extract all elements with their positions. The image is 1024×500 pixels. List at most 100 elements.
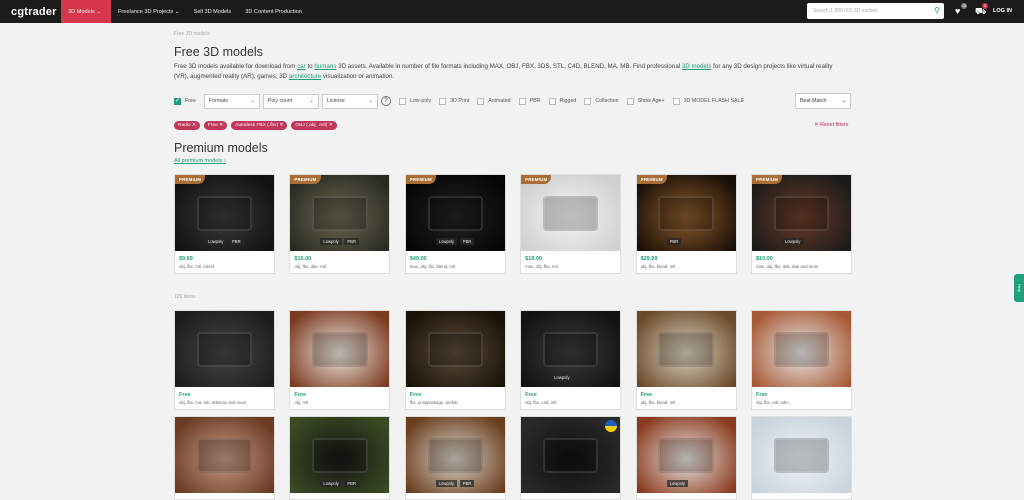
model-card[interactable]: PREMIUM Lowpoly $10.00 max, obj, fbx, 3ds, … <box>750 174 852 274</box>
model-card[interactable]: Lowpoly <box>635 416 737 500</box>
model-thumbnail[interactable]: Lowpoly PBR <box>290 417 390 493</box>
model-price: Free <box>525 392 537 398</box>
low-poly-checkbox[interactable] <box>398 97 406 105</box>
model-thumbnail[interactable]: PREMIUM PBR <box>636 175 736 251</box>
search-input[interactable] <box>813 8 931 14</box>
model-thumbnail[interactable] <box>175 311 274 387</box>
model-thumbnail[interactable] <box>405 311 505 387</box>
model-formats: max, obj, fbx, blend, mtl <box>409 264 456 269</box>
active-filter-tags: Radio ✕ Free ✕ Autodesk FBX (.fbx) ✕ OBJ… <box>174 121 341 130</box>
animated-checkbox[interactable] <box>477 97 485 105</box>
model-preview-shape <box>658 438 714 474</box>
architecture-link[interactable]: architecture <box>289 73 321 80</box>
poly-count-select[interactable]: Poly count ⌄ <box>262 93 319 109</box>
model-card[interactable] <box>750 416 852 500</box>
premium-badge: PREMIUM <box>521 175 552 184</box>
model-thumbnail[interactable]: Lowpoly <box>521 311 621 387</box>
model-card[interactable]: Free obj, fbx, ma, mb, 3dsmax and more <box>174 310 275 410</box>
model-price: Free <box>409 392 422 398</box>
3d-print-checkbox[interactable] <box>439 97 447 105</box>
model-price: $10.00 <box>755 256 773 262</box>
model-thumbnail[interactable]: PREMIUM Lowpoly <box>751 175 851 251</box>
car-link[interactable]: car <box>297 63 306 70</box>
model-card[interactable]: PREMIUM Lowpoly PBR $9.99 obj, fbx, mtl, ble… <box>174 174 275 274</box>
model-tag-chip: Lowpoly <box>551 374 573 381</box>
search-box: ⚲ <box>807 3 944 19</box>
model-thumbnail[interactable] <box>751 417 851 493</box>
model-thumbnail[interactable] <box>751 311 851 387</box>
all-premium-link[interactable]: All premium models › <box>174 158 226 164</box>
model-card[interactable]: PREMIUM Lowpoly PBR $40.00 max, obj, fbx, bl… <box>404 174 506 274</box>
model-thumbnail[interactable]: Lowpoly <box>636 417 736 493</box>
login-link[interactable]: LOG IN <box>993 8 1012 14</box>
model-card[interactable]: Free fbx, unitypackage, prefab <box>404 310 506 410</box>
model-price: $29.99 <box>640 256 658 262</box>
ukraine-flag-icon <box>605 420 618 432</box>
model-thumbnail[interactable] <box>290 311 390 387</box>
notifications-icon[interactable]: ♥ <box>955 6 960 16</box>
model-card[interactable]: PREMIUM $19.00 max, obj, fbx, mtl <box>520 174 622 274</box>
filter-tag-obj[interactable]: OBJ (.obj, .mtl) ✕ <box>291 121 337 130</box>
model-thumbnail[interactable] <box>636 311 736 387</box>
model-tag-chip: Lowpoly <box>320 480 342 487</box>
breadcrumb[interactable]: Free 3D models <box>174 31 210 37</box>
model-formats: obj, mtl <box>294 400 309 405</box>
help-icon[interactable]: ? <box>380 96 391 106</box>
reset-filters-link[interactable]: ✕ Reset filters <box>814 122 849 128</box>
chevron-down-icon: ⌄ <box>368 98 373 104</box>
model-card[interactable]: PREMIUM PBR $29.99 obj, fbx, blend, mtl <box>635 174 737 274</box>
rigged-checkbox[interactable] <box>548 97 556 105</box>
filter-tag-fbx[interactable]: Autodesk FBX (.fbx) ✕ <box>231 121 288 130</box>
nav-content-production[interactable]: 3D Content Production <box>238 0 309 23</box>
pbr-checkbox[interactable] <box>518 97 526 105</box>
model-card[interactable]: Lowpoly Free obj, fbx, c4d, mtl <box>520 310 622 410</box>
models-grid-row-2: Lowpoly PBR Lowpoly PBR Lowpoly <box>174 416 852 500</box>
model-thumbnail[interactable]: PREMIUM <box>521 175 621 251</box>
license-select[interactable]: License ⌄ <box>321 93 378 109</box>
humans-link[interactable]: humans <box>314 63 336 70</box>
model-card[interactable]: Lowpoly PBR <box>404 416 506 500</box>
model-formats: obj, fbx, blend, mtl <box>640 400 676 405</box>
sort-select[interactable]: Best Match ⌄ <box>795 93 851 109</box>
help-tab[interactable]: Help <box>1014 274 1024 302</box>
search-icon[interactable]: ⚲ <box>934 6 940 15</box>
model-card[interactable]: Free obj, fbx, blend, mtl <box>635 310 737 410</box>
free-label: Free <box>185 98 196 104</box>
model-card[interactable] <box>520 416 622 500</box>
show-age-checkbox[interactable] <box>626 97 634 105</box>
model-thumbnail[interactable]: PREMIUM Lowpoly PBR <box>290 175 390 251</box>
chevron-down-icon: ⌄ <box>96 8 101 15</box>
collection-checkbox[interactable] <box>584 97 592 105</box>
model-card[interactable]: Free obj, mtl <box>289 310 391 410</box>
filter-tag-radio[interactable]: Radio ✕ <box>174 121 200 130</box>
cart-count-badge: 0 <box>982 3 988 9</box>
model-preview-shape <box>658 332 714 368</box>
logo[interactable]: cgtrader <box>0 6 61 18</box>
nav-3d-models[interactable]: 3D Models ⌄ <box>61 0 111 23</box>
nav-sell[interactable]: Sell 3D Models <box>187 0 239 23</box>
model-tag-chip: Lowpoly <box>666 480 688 487</box>
model-preview-shape <box>196 438 253 474</box>
model-tag-chip: PBR <box>459 480 475 487</box>
model-tag-chip: PBR <box>459 238 475 245</box>
model-preview-shape <box>773 196 830 232</box>
model-thumbnail[interactable] <box>175 417 274 493</box>
flash-sale-checkbox[interactable] <box>672 97 680 105</box>
3d-models-link[interactable]: 3D models <box>682 63 712 70</box>
model-card[interactable]: Lowpoly PBR <box>289 416 391 500</box>
formats-select[interactable]: Formats ⌄ <box>203 93 260 109</box>
model-thumbnail[interactable]: Lowpoly PBR <box>405 417 505 493</box>
filter-tag-free[interactable]: Free ✕ <box>203 121 228 130</box>
model-card[interactable] <box>174 416 275 500</box>
free-checkbox[interactable]: ✓ <box>174 97 181 105</box>
premium-badge: PREMIUM <box>405 175 436 184</box>
nav-freelance[interactable]: Freelance 3D Projects ⌄ <box>111 0 187 23</box>
model-formats: obj, fbx, c4d, mtl <box>525 400 557 405</box>
model-card[interactable]: Free obj, fbx, mtl, 3dm <box>750 310 852 410</box>
model-thumbnail[interactable]: PREMIUM Lowpoly PBR <box>175 175 274 251</box>
model-tag-chip: Lowpoly <box>781 238 804 245</box>
model-thumbnail[interactable]: PREMIUM Lowpoly PBR <box>405 175 505 251</box>
model-card[interactable]: PREMIUM Lowpoly PBR $15.00 obj, fbx, dae, mt… <box>289 174 391 274</box>
model-formats: max, obj, fbx, 3ds, dae and more <box>755 264 819 269</box>
model-thumbnail[interactable] <box>521 417 621 493</box>
